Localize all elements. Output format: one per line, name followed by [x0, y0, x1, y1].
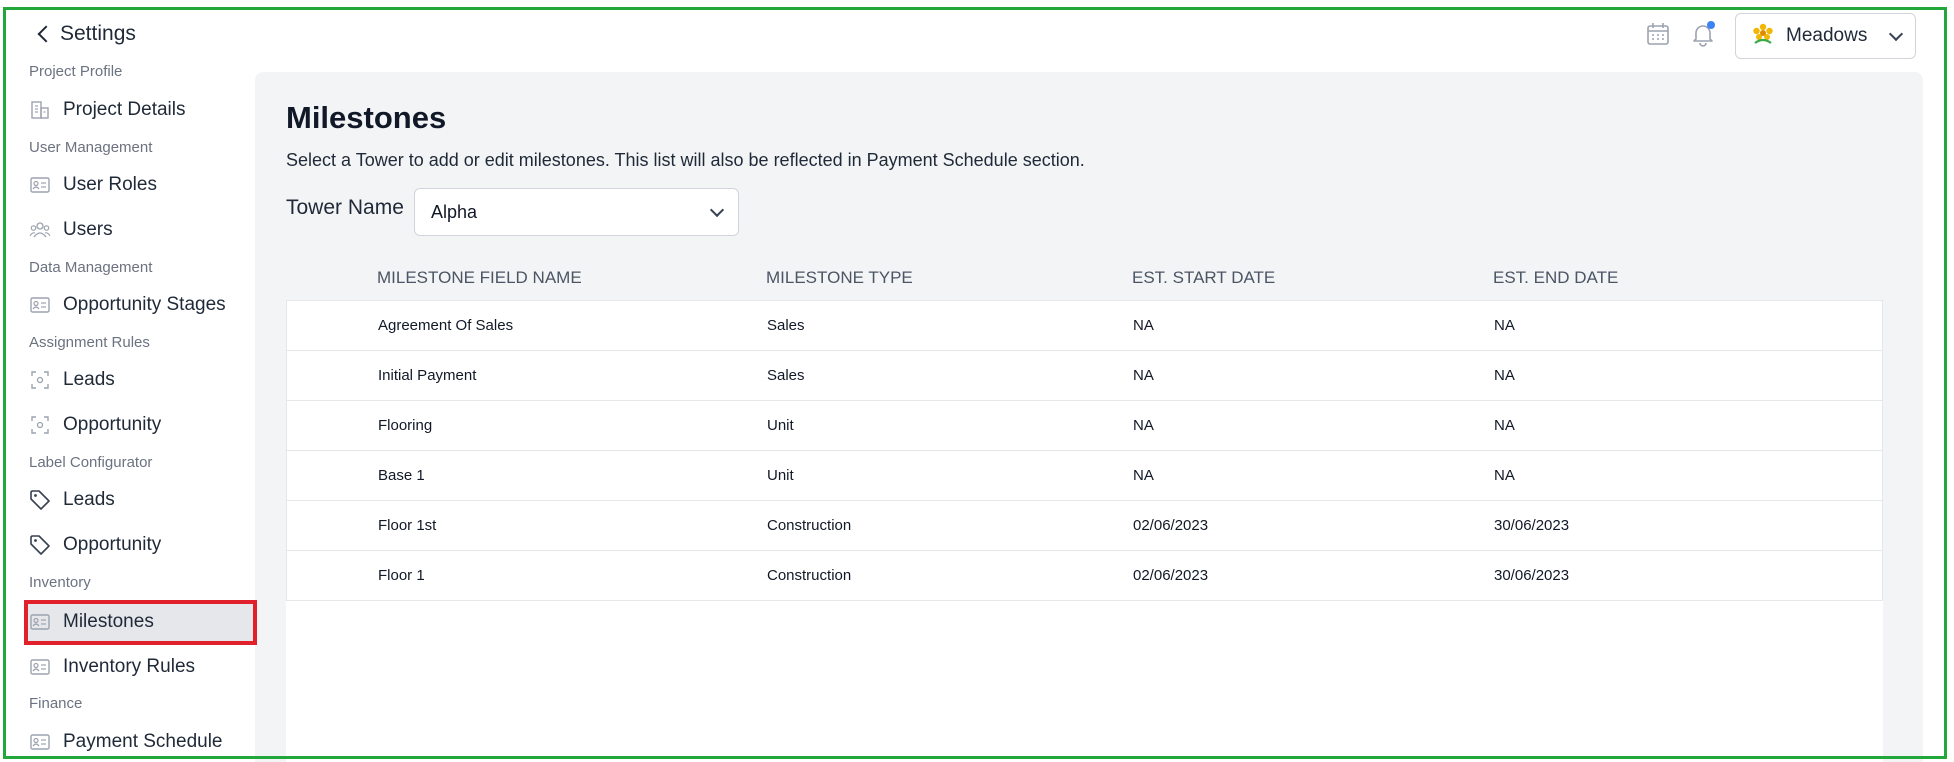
back-label: Settings	[60, 22, 136, 45]
column-header: EST. END DATE	[1493, 267, 1619, 287]
table-row[interactable]: Flooring Unit NA NA	[286, 401, 1883, 451]
back-to-settings[interactable]: Settings	[34, 22, 136, 46]
cell-type: Unit	[767, 417, 794, 434]
tower-name-label: Tower Name	[286, 196, 404, 219]
section-inventory: Inventory	[29, 574, 91, 591]
project-logo-icon	[1750, 21, 1776, 52]
page-title: Milestones	[286, 100, 447, 135]
cell-start-date: NA	[1133, 367, 1154, 384]
building-icon	[29, 99, 51, 121]
cell-start-date: 02/06/2023	[1133, 517, 1209, 534]
milestones-table: MILESTONE FIELD NAME MILESTONE TYPE EST.…	[286, 255, 1883, 762]
table-header: MILESTONE FIELD NAME MILESTONE TYPE EST.…	[286, 255, 1883, 301]
cell-end-date: NA	[1494, 317, 1515, 334]
sidebar-item-label: Opportunity	[63, 414, 162, 435]
cell-start-date: NA	[1133, 317, 1154, 334]
sidebar-item-label: Leads	[63, 489, 115, 510]
page-description: Select a Tower to add or edit milestones…	[286, 150, 1085, 170]
cell-type: Sales	[767, 317, 805, 334]
column-header: EST. START DATE	[1132, 267, 1276, 287]
cell-type: Construction	[767, 517, 852, 534]
cell-end-date: NA	[1494, 417, 1515, 434]
cell-field-name: Agreement Of Sales	[378, 317, 514, 334]
cell-field-name: Floor 1st	[378, 517, 437, 534]
cell-type: Sales	[767, 367, 805, 384]
table-row[interactable]: Initial Payment Sales NA NA	[286, 351, 1883, 401]
sidebar-item-users[interactable]: Users	[29, 210, 249, 250]
project-switcher[interactable]: Meadows	[1735, 13, 1916, 59]
sidebar-item-project-details[interactable]: Project Details	[29, 90, 249, 130]
section-data-management: Data Management	[29, 259, 153, 276]
table-row[interactable]: Base 1 Unit NA NA	[286, 451, 1883, 501]
section-user-management: User Management	[29, 139, 153, 156]
id-card-icon	[29, 731, 51, 753]
cell-field-name: Floor 1	[378, 567, 425, 584]
sidebar-item-label: Opportunity	[63, 534, 162, 555]
id-card-icon	[29, 611, 51, 633]
tower-select-value: Alpha	[431, 201, 478, 222]
bell-icon[interactable]	[1687, 18, 1719, 50]
table-row[interactable]: Floor 1 Construction 02/06/2023 30/06/20…	[286, 551, 1883, 601]
sidebar-item-inventory-rules[interactable]: Inventory Rules	[29, 647, 249, 687]
sidebar-item-label-opportunity[interactable]: Opportunity	[29, 525, 249, 565]
focus-icon	[29, 369, 51, 391]
header-icons	[1642, 18, 1719, 50]
main-panel: Milestones Select a Tower to add or edit…	[255, 72, 1923, 762]
cell-start-date: 02/06/2023	[1133, 567, 1209, 584]
cell-start-date: NA	[1133, 417, 1154, 434]
focus-icon	[29, 414, 51, 436]
sidebar-item-assignment-opportunity[interactable]: Opportunity	[29, 405, 249, 445]
sidebar-item-opportunity-stages[interactable]: Opportunity Stages	[29, 285, 249, 325]
cell-field-name: Initial Payment	[378, 367, 477, 384]
cell-end-date: 30/06/2023	[1494, 517, 1570, 534]
section-label-configurator: Label Configurator	[29, 454, 153, 471]
column-header: MILESTONE FIELD NAME	[377, 267, 582, 287]
tag-icon	[29, 489, 51, 511]
chevron-down-icon	[709, 202, 725, 218]
cell-field-name: Base 1	[378, 467, 425, 484]
sidebar-item-label: Leads	[63, 369, 115, 390]
cell-end-date: NA	[1494, 467, 1515, 484]
id-card-icon	[29, 174, 51, 196]
users-icon	[29, 219, 51, 241]
section-assignment-rules: Assignment Rules	[29, 334, 150, 351]
sidebar-item-label: User Roles	[63, 174, 157, 195]
sidebar-item-milestones[interactable]: Milestones	[28, 602, 253, 642]
sidebar-item-payment-schedule[interactable]: Payment Schedule	[29, 722, 249, 762]
sidebar-item-user-roles[interactable]: User Roles	[29, 165, 249, 205]
sidebar-item-label-leads[interactable]: Leads	[29, 480, 249, 520]
cell-type: Construction	[767, 567, 852, 584]
tower-select[interactable]: Alpha	[414, 188, 739, 236]
project-name: Meadows	[1786, 25, 1868, 46]
cell-start-date: NA	[1133, 467, 1154, 484]
table-row[interactable]: Agreement Of Sales Sales NA NA	[286, 301, 1883, 351]
column-header: MILESTONE TYPE	[766, 267, 913, 287]
cell-end-date: NA	[1494, 367, 1515, 384]
table-row[interactable]: Floor 1st Construction 02/06/2023 30/06/…	[286, 501, 1883, 551]
cell-type: Unit	[767, 467, 794, 484]
id-card-icon	[29, 294, 51, 316]
cell-end-date: 30/06/2023	[1494, 567, 1570, 584]
cell-field-name: Flooring	[378, 417, 433, 434]
sidebar-item-label: Project Details	[63, 99, 186, 120]
tag-icon	[29, 534, 51, 556]
chevron-left-icon	[37, 25, 55, 43]
chevron-down-icon	[1888, 26, 1904, 42]
id-card-icon	[29, 656, 51, 678]
sidebar-item-label: Opportunity Stages	[63, 294, 226, 315]
calendar-icon[interactable]	[1642, 18, 1674, 50]
sidebar-item-label: Users	[63, 219, 113, 240]
section-finance: Finance	[29, 695, 83, 712]
sidebar-item-label: Inventory Rules	[63, 656, 196, 677]
sidebar-item-assignment-leads[interactable]: Leads	[29, 360, 249, 400]
section-project-profile: Project Profile	[29, 63, 123, 80]
sidebar-item-label: Milestones	[63, 611, 154, 632]
sidebar-item-label: Payment Schedule	[63, 731, 223, 752]
